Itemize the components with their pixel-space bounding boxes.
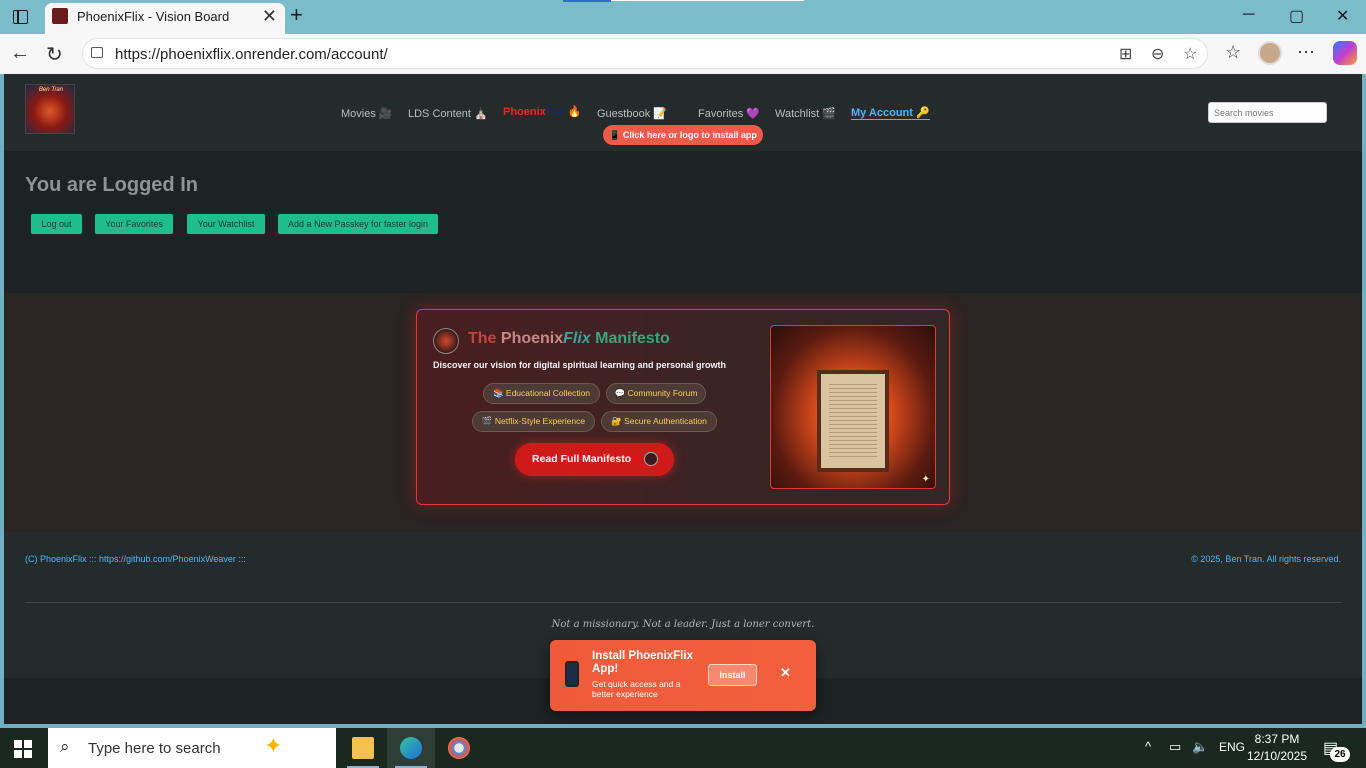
title-part-the: The — [468, 330, 501, 347]
nav-favorites[interactable]: Favorites 💜 — [698, 107, 760, 120]
close-window-button[interactable]: ✕ — [1336, 6, 1349, 26]
file-explorer-app[interactable] — [339, 728, 387, 768]
chip-community-forum: 💬 Community Forum — [606, 383, 706, 404]
refresh-icon[interactable]: ↻ — [46, 42, 63, 67]
title-part-flix: Flix — [563, 330, 591, 347]
footer-copyright: © 2025, Ben Tran. All rights reserved. — [1191, 554, 1341, 564]
sparkle-icon: ✦ — [921, 474, 930, 485]
phoenixflix-logo[interactable]: Ben Tran — [25, 84, 75, 134]
notification-count-badge: 26 — [1330, 747, 1350, 762]
page-title: You are Logged In — [25, 174, 198, 196]
your-favorites-button[interactable]: Your Favorites — [95, 214, 173, 234]
close-popup-icon[interactable]: ✕ — [780, 665, 791, 681]
zoom-icon[interactable]: ⊖ — [1151, 44, 1164, 64]
close-tab-icon[interactable]: ✕ — [262, 6, 277, 27]
language-indicator[interactable]: ENG — [1219, 740, 1245, 754]
your-watchlist-button[interactable]: Your Watchlist — [187, 214, 265, 234]
site-info-icon[interactable] — [91, 47, 103, 58]
title-bar-highlight — [611, 0, 804, 1]
taskbar-search-placeholder: Type here to search — [88, 740, 221, 757]
popup-title: Install PhoenixFlix App! — [592, 650, 693, 675]
search-input[interactable] — [1208, 102, 1327, 123]
nav-guestbook[interactable]: Guestbook 📝 — [597, 107, 667, 120]
address-bar: ← ↻ https://phoenixflix.onrender.com/acc… — [0, 34, 1366, 74]
minimize-button[interactable]: ─ — [1243, 6, 1254, 24]
windows-taskbar: ⌕ Type here to search ✦ ^ ▭ 🔈 ENG 8:37 P… — [0, 728, 1366, 768]
app-available-icon[interactable]: ⊞ — [1119, 44, 1132, 64]
phoenix-manifesto-image: ✦ — [770, 325, 936, 489]
nav-lds-content[interactable]: LDS Content ⛪ — [408, 107, 488, 120]
title-part-manifesto: Manifesto — [590, 330, 670, 347]
fire-icon: 🔥 — [564, 106, 582, 118]
title-part-phoenix: Phoenix — [500, 330, 564, 347]
back-icon[interactable]: ← — [10, 42, 30, 65]
new-tab-button[interactable]: + — [290, 2, 303, 28]
tab-title: PhoenixFlix - Vision Board — [77, 9, 230, 24]
favicon-icon — [52, 8, 68, 24]
nav-brand-red: Phoenix — [503, 106, 546, 118]
tab-strip: PhoenixFlix - Vision Board ✕ + ─ ▢ ✕ — [0, 0, 1366, 34]
search-highlights-icon[interactable]: ✦ — [264, 733, 282, 759]
copilot-icon[interactable] — [1333, 41, 1357, 65]
tab-actions-icon[interactable] — [8, 7, 32, 27]
manifesto-subtitle: Discover our vision for digital spiritua… — [433, 360, 727, 370]
edge-icon — [400, 737, 422, 759]
taskbar-clock[interactable]: 8:37 PM 12/10/2025 — [1246, 731, 1308, 765]
nav-my-account[interactable]: My Account 🔑 — [851, 106, 930, 120]
favorite-star-icon[interactable]: ☆ — [1183, 44, 1197, 64]
chip-netflix-style: 🎬 Netflix-Style Experience — [472, 411, 595, 432]
windows-start-icon[interactable] — [14, 740, 32, 758]
web-page: Ben Tran Movies 🎥 LDS Content ⛪ PhoenixF… — [4, 74, 1362, 724]
footer-tagline: Not a missionary. Not a leader. Just a l… — [551, 619, 815, 630]
url-field[interactable]: https://phoenixflix.onrender.com/account… — [82, 38, 1208, 69]
footer-divider — [25, 602, 1341, 603]
nav-phoenixflix[interactable]: PhoenixFlix 🔥 — [503, 105, 582, 118]
more-options-icon[interactable]: ⋯ — [1297, 42, 1315, 63]
taskbar-search[interactable]: ⌕ Type here to search ✦ — [48, 728, 336, 768]
browser-tab[interactable]: PhoenixFlix - Vision Board ✕ — [45, 3, 285, 34]
nav-movies[interactable]: Movies 🎥 — [341, 107, 393, 120]
favorites-icon[interactable]: ☆ — [1225, 42, 1241, 63]
edge-app[interactable] — [387, 728, 435, 768]
read-manifesto-button[interactable]: Read Full Manifesto — [515, 443, 674, 476]
install-button[interactable]: Install — [708, 664, 757, 686]
install-app-pill[interactable]: 📱 Click here or logo to install app — [603, 125, 763, 145]
popup-subtitle: Get quick access and a better experience — [592, 679, 681, 699]
nav-brand-dim: Flix — [545, 106, 565, 118]
restore-button[interactable]: ▢ — [1289, 6, 1304, 26]
folder-icon — [352, 737, 374, 759]
manifesto-card: The PhoenixFlix Manifesto Discover our v… — [416, 309, 950, 505]
install-app-popup: Install PhoenixFlix App! Get quick acces… — [550, 640, 816, 711]
search-icon: ⌕ — [60, 737, 70, 756]
show-hidden-icons[interactable]: ^ — [1145, 739, 1151, 754]
manifesto-section: The PhoenixFlix Manifesto Discover our v… — [4, 293, 1362, 532]
chip-educational-collection: 📚 Educational Collection — [483, 383, 600, 404]
battery-icon[interactable]: ▭ — [1169, 739, 1181, 755]
palette-icon — [448, 737, 470, 759]
chip-secure-auth: 🔐 Secure Authentication — [601, 411, 717, 432]
profile-avatar[interactable] — [1258, 41, 1282, 65]
phoenix-dot-icon — [644, 452, 658, 466]
read-manifesto-label: Read Full Manifesto — [532, 453, 632, 465]
volume-icon[interactable]: 🔈 — [1192, 739, 1208, 755]
url-text[interactable]: https://phoenixflix.onrender.com/account… — [115, 46, 388, 63]
site-header: Ben Tran Movies 🎥 LDS Content ⛪ PhoenixF… — [4, 74, 1362, 151]
title-bar-accent — [563, 0, 611, 2]
phoenix-emblem-icon — [433, 328, 459, 354]
clock-date: 12/10/2025 — [1246, 749, 1308, 763]
add-passkey-button[interactable]: Add a New Passkey for faster login — [278, 214, 438, 234]
scroll-illustration — [817, 370, 889, 472]
manifesto-title: The PhoenixFlix Manifesto — [468, 330, 670, 348]
logo-text: Ben Tran — [38, 87, 64, 93]
phone-icon — [565, 661, 579, 687]
nav-watchlist[interactable]: Watchlist 🎬 — [775, 107, 836, 120]
logout-button[interactable]: Log out — [31, 214, 82, 234]
paint-app[interactable] — [435, 728, 483, 768]
footer-github-link[interactable]: (C) PhoenixFlix ::: https://github.com/P… — [25, 554, 246, 564]
clock-time: 8:37 PM — [1254, 732, 1300, 746]
